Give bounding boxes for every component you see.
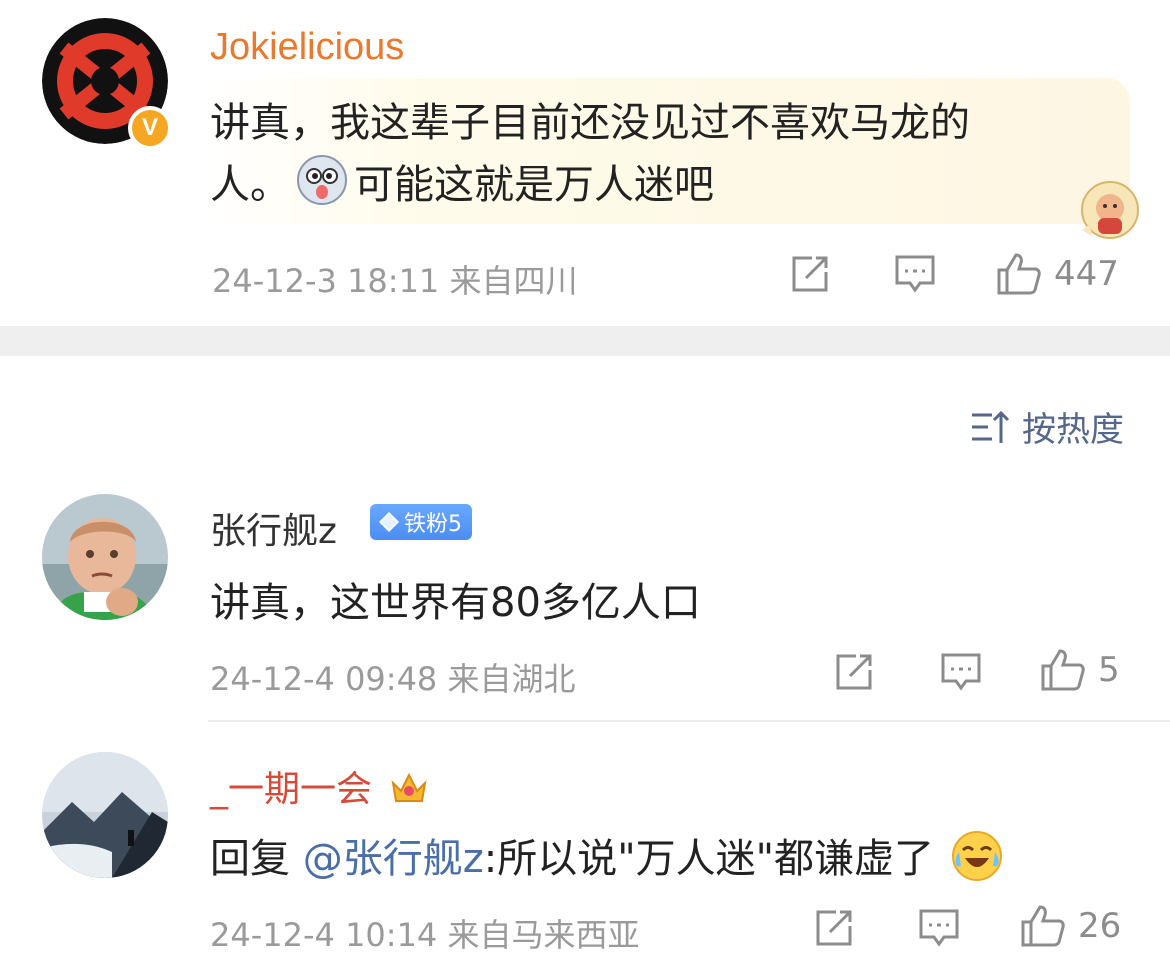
post-text: 讲真，我这辈子目前还没见过不喜欢马龙的 人。 可能这就是万人迷吧 (210, 92, 1090, 216)
comment-divider (208, 720, 1170, 722)
thumbs-up-icon (1041, 649, 1085, 691)
repost-button[interactable] (834, 652, 874, 692)
post-card: V Jokielicious 讲真，我这辈子目前还没见过不喜欢马龙的 人。 可能这… (0, 0, 1170, 326)
comment-username[interactable]: 张行舰z (210, 502, 337, 554)
crown-icon (391, 772, 427, 802)
comment-like-count: 5 (1098, 650, 1120, 690)
post-text-line2-prefix: 人。 (210, 162, 290, 208)
thumbs-up-icon (1021, 905, 1065, 947)
post-username[interactable]: Jokielicious (210, 26, 404, 69)
repost-button[interactable] (790, 254, 830, 294)
post-text-line2-suffix: 可能这就是万人迷吧 (354, 162, 714, 208)
reply-prefix: 回复 (210, 836, 290, 882)
comment-username[interactable]: _一期一会 (210, 760, 429, 812)
comment-icon (919, 909, 959, 947)
like-button[interactable]: 5 (1040, 648, 1120, 692)
section-separator (0, 326, 1170, 356)
like-button[interactable]: 26 (1020, 904, 1121, 948)
post-text-line2: 人。 可能这就是万人迷吧 (210, 154, 1090, 216)
cartoon-character-sticker-icon (1076, 180, 1140, 244)
laugh-cry-emoji-icon (951, 831, 1002, 881)
comment-icon (941, 653, 981, 691)
fan-level-badge: 铁粉5 (370, 504, 472, 540)
sort-label: 按热度 (1022, 410, 1124, 450)
repost-button[interactable] (814, 908, 854, 948)
comment-username-text: _一期一会 (210, 769, 373, 810)
comment-button[interactable] (894, 254, 936, 294)
comment-button[interactable] (918, 908, 960, 948)
mention-link[interactable]: @张行舰z (303, 836, 484, 882)
verified-badge: V (128, 106, 172, 150)
comment-meta: 24-12-4 10:14 来自马来西亚 (210, 916, 640, 954)
thumbs-up-icon (997, 253, 1041, 295)
comment-meta: 24-12-4 09:48 来自湖北 (210, 660, 576, 698)
sort-by-hot-button[interactable]: 按热度 (970, 402, 1124, 451)
post-like-count: 447 (1054, 254, 1119, 294)
fan-badge-label: 铁粉5 (404, 512, 462, 537)
dog-face-emoji-icon (296, 154, 348, 206)
share-icon (836, 654, 872, 690)
comment-avatar[interactable] (42, 494, 168, 620)
share-icon (792, 256, 828, 292)
comment-avatar[interactable] (42, 752, 168, 878)
comment-icon (895, 255, 935, 293)
comment-text: 回复 @张行舰z:所以说"万人迷"都谦虚了 (210, 826, 1003, 884)
comment-like-count: 26 (1078, 906, 1122, 946)
diamond-icon (378, 511, 400, 533)
post-text-line1: 讲真，我这辈子目前还没见过不喜欢马龙的 (210, 100, 970, 146)
comment-text: 讲真，这世界有80多亿人口 (210, 580, 701, 626)
sort-icon (972, 410, 1010, 443)
like-button[interactable]: 447 (996, 252, 1119, 296)
comment-button[interactable] (940, 652, 982, 692)
post-meta: 24-12-3 18:11 来自四川 (212, 262, 578, 300)
share-icon (816, 910, 852, 946)
reply-text: :所以说"万人迷"都谦虚了 (483, 836, 934, 882)
